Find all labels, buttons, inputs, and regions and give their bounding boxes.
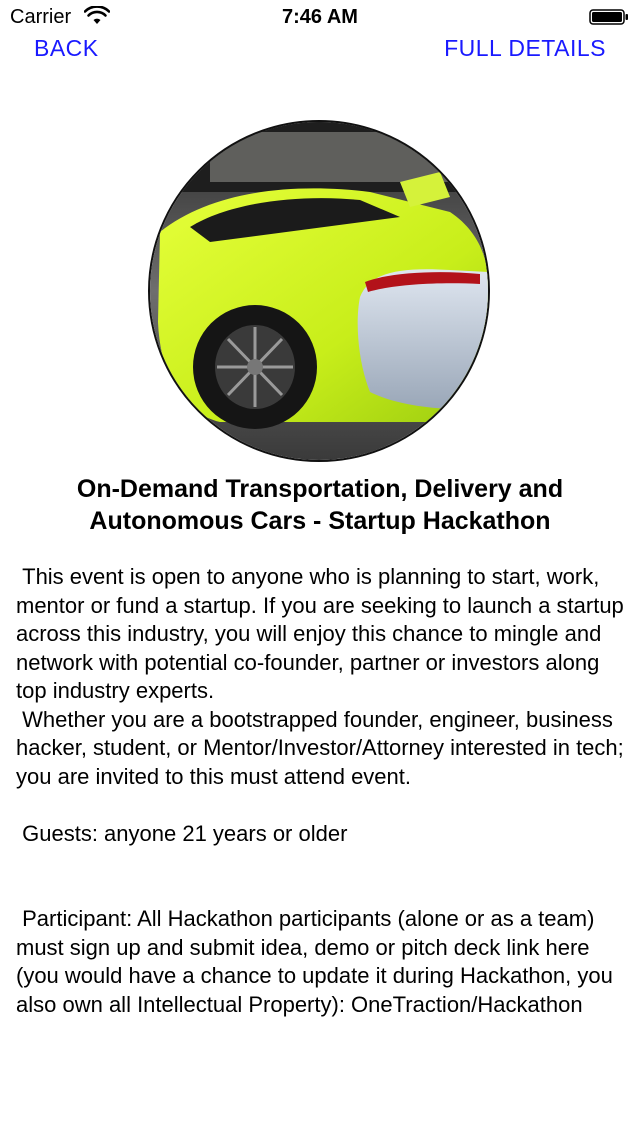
car-illustration <box>150 122 488 460</box>
event-image <box>148 120 490 462</box>
full-details-button[interactable]: FULL DETAILS <box>444 34 606 62</box>
status-bar: Carrier 7:46 AM <box>0 0 640 34</box>
event-title: On-Demand Transportation, Delivery and A… <box>76 475 564 535</box>
clock-time: 7:46 AM <box>282 6 358 28</box>
back-button[interactable]: BACK <box>34 34 99 62</box>
battery-icon <box>589 9 628 25</box>
event-description: This event is open to anyone who is plan… <box>16 564 624 1017</box>
navigation-bar: BACK FULL DETAILS <box>0 34 640 64</box>
